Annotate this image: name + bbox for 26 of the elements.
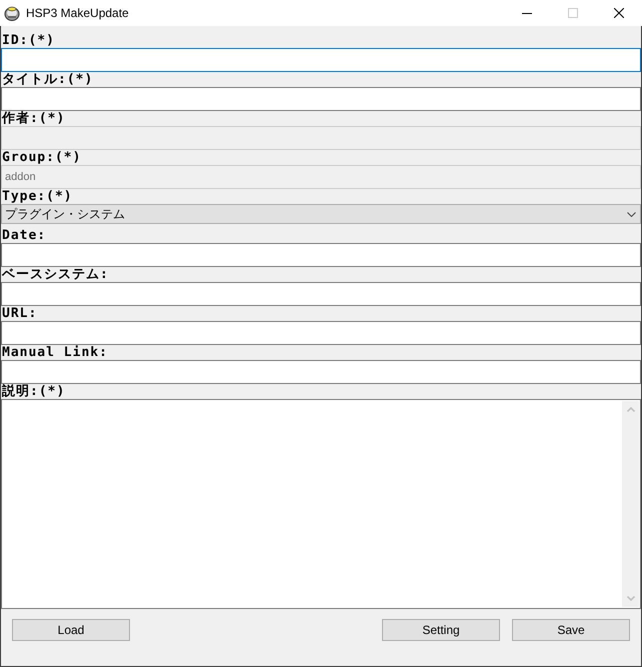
text-field[interactable] <box>1 243 641 267</box>
text-field[interactable] <box>1 360 641 384</box>
text-field[interactable] <box>1 282 641 306</box>
field-label: Date: <box>1 228 48 243</box>
field-label: Manual Link: <box>1 345 109 360</box>
save-button[interactable]: Save <box>512 619 630 641</box>
field-label: ID:(*) <box>1 33 56 48</box>
close-icon <box>614 8 624 18</box>
minimize-icon <box>522 12 532 14</box>
field-label: Type:(*) <box>1 189 74 204</box>
field-label: URL: <box>1 306 38 321</box>
setting-button[interactable]: Setting <box>382 619 500 641</box>
maximize-icon <box>568 8 578 18</box>
window-title: HSP3 MakeUpdate <box>26 5 129 22</box>
type-select[interactable]: プラグイン・システム <box>1 204 641 224</box>
field-label: タイトル:(*) <box>1 72 94 87</box>
chevron-down-icon <box>627 212 636 216</box>
app-icon <box>4 5 20 21</box>
field-label: 作者:(*) <box>1 111 66 126</box>
text-field[interactable] <box>1 87 641 111</box>
load-button[interactable]: Load <box>12 619 130 641</box>
text-field[interactable] <box>1 48 641 72</box>
field-label: 説明:(*) <box>1 384 66 399</box>
field-label: ベースシステム: <box>1 267 110 282</box>
text-field[interactable] <box>1 321 641 345</box>
field-label: Group:(*) <box>1 150 82 165</box>
